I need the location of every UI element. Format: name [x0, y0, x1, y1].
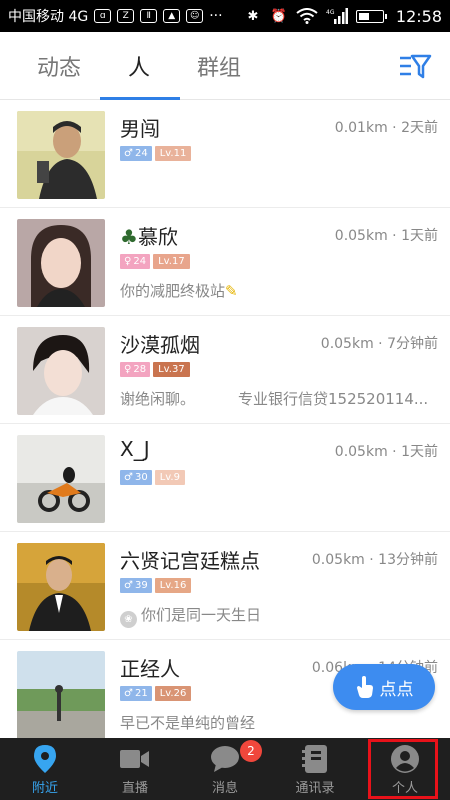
status-bar: 中国移动 4G ɑ Z Ⅱ ▲ ☺ ··· ✱ ⏰ 4G 12:58 — [0, 0, 450, 32]
list-item[interactable]: X_J 0.05km · 1天前 ♂ 30 Lv.9 — [0, 424, 450, 532]
top-tab-bar: 动态 人 群组 — [0, 32, 450, 100]
image-icon: ▲ — [163, 9, 181, 23]
gender-age-badge: ♂ 39 — [120, 578, 152, 593]
avatar[interactable] — [17, 651, 105, 738]
signature: 早已不是单纯的曾经 — [120, 714, 256, 732]
video-camera-icon — [120, 750, 149, 768]
chat-bubble-icon — [211, 746, 239, 772]
male-icon: ♂ — [124, 688, 133, 699]
gender-age-badge: ♂ 24 — [120, 146, 152, 161]
alarm-icon: ⏰ — [270, 8, 287, 24]
nav-label: 附近 — [31, 781, 58, 796]
avatar[interactable] — [17, 435, 105, 523]
filter-button[interactable] — [398, 52, 432, 82]
nearby-people-list: 男闯 0.01km · 2天前 ♂ 24 Lv.11 ♣慕欣 0.05km · 1… — [0, 100, 450, 738]
gender-age-badge: ♂ 21 — [120, 686, 152, 701]
tab-groups[interactable]: 群组 — [197, 50, 241, 82]
battery-icon — [355, 9, 387, 23]
last-active: 1天前 — [401, 444, 438, 460]
user-name: ♣慕欣 — [120, 225, 178, 249]
distance-time: 0.05km · 13分钟前 — [311, 552, 438, 568]
level-badge: Lv.9 — [154, 470, 185, 485]
clover-icon: ♣ — [120, 225, 138, 249]
alert-icon: Z — [117, 9, 135, 23]
nav-label: 消息 — [211, 781, 238, 796]
female-icon: ♀ — [124, 256, 132, 267]
profile-highlight-box — [368, 739, 438, 799]
distance: 0.01km — [334, 120, 388, 136]
distance: 0.05km — [320, 336, 374, 352]
last-active: 2天前 — [401, 120, 438, 136]
nav-item-live[interactable]: 直播 — [90, 738, 180, 800]
nav-item-nearby[interactable]: 附近 — [0, 738, 90, 800]
diandian-button[interactable]: 点点 — [333, 664, 435, 710]
unread-messages-badge: 2 — [240, 740, 262, 762]
filter-icon — [400, 54, 432, 79]
distance: 0.05km — [334, 444, 388, 460]
last-active: 1天前 — [401, 228, 438, 244]
level-badge: Lv.16 — [154, 578, 192, 593]
nav-item-contacts[interactable]: 通讯录 — [270, 738, 360, 800]
bluetooth-icon: ✱ — [247, 8, 259, 24]
nav-label: 直播 — [121, 781, 148, 796]
level-badge: Lv.37 — [153, 362, 190, 377]
distance: 0.05km — [311, 552, 365, 568]
nav-label: 通讯录 — [295, 781, 335, 796]
level-badge: Lv.11 — [154, 146, 192, 161]
user-name: 六贤记宫廷糕点 — [120, 549, 260, 573]
lollipop-icon: ✎ — [225, 282, 238, 300]
signature: 你的减肥终极站✎ — [120, 282, 238, 300]
wifi-icon — [296, 8, 318, 24]
male-icon: ♂ — [124, 580, 133, 591]
male-icon: ♂ — [124, 148, 133, 159]
user-name: X_J — [120, 437, 150, 461]
signature: ❀ 你们是同一天生日 — [120, 604, 261, 628]
carrier-label: 中国移动 4G — [8, 9, 89, 25]
distance-time: 0.05km · 7分钟前 — [320, 336, 438, 352]
avatar[interactable] — [17, 111, 105, 199]
list-item[interactable]: 男闯 0.01km · 2天前 ♂ 24 Lv.11 — [0, 100, 450, 208]
distance: 0.05km — [334, 228, 388, 244]
signature-extra: 专业银行信贷152520114... — [238, 390, 429, 408]
hand-icon — [356, 676, 373, 698]
level-badge: Lv.26 — [154, 686, 192, 701]
more-notifications-icon: ··· — [209, 8, 223, 24]
diandian-label: 点点 — [379, 679, 414, 700]
message-icon: Ⅱ — [140, 9, 158, 23]
clock: 12:58 — [395, 6, 442, 26]
distance-time: 0.05km · 1天前 — [334, 228, 438, 244]
tab-dongtai[interactable]: 动态 — [37, 50, 81, 82]
list-item[interactable]: 六贤记宫廷糕点 0.05km · 13分钟前 ♂ 39 Lv.16 ❀ 你们是同一天… — [0, 532, 450, 640]
user-name: 正经人 — [120, 657, 180, 681]
user-name: 男闯 — [120, 117, 160, 141]
avatar[interactable] — [17, 219, 105, 307]
distance-time: 0.01km · 2天前 — [334, 120, 438, 136]
app-notification-icon: ☺ — [186, 9, 204, 23]
gender-age-badge: ♀ 24 — [120, 254, 151, 269]
level-badge: Lv.17 — [153, 254, 190, 269]
signal-icon: 4G — [326, 8, 348, 24]
tab-people[interactable]: 人 — [128, 50, 150, 82]
birthday-icon: ❀ — [120, 611, 137, 628]
notification-icon: ɑ — [94, 9, 112, 23]
gender-age-badge: ♀ 28 — [120, 362, 151, 377]
user-name: 沙漠孤烟 — [120, 333, 200, 357]
female-icon: ♀ — [124, 364, 132, 375]
signature: 谢绝闲聊。 — [120, 390, 196, 408]
avatar[interactable] — [17, 543, 105, 631]
contacts-book-icon — [302, 745, 327, 773]
male-icon: ♂ — [124, 472, 133, 483]
list-item[interactable]: 沙漠孤烟 0.05km · 7分钟前 ♀ 28 Lv.37 谢绝闲聊。 专业银行信… — [0, 316, 450, 424]
svg-text:4G: 4G — [326, 9, 335, 16]
gender-age-badge: ♂ 30 — [120, 470, 152, 485]
list-item[interactable]: ♣慕欣 0.05km · 1天前 ♀ 24 Lv.17 你的减肥终极站✎ — [0, 208, 450, 316]
last-active: 7分钟前 — [387, 336, 438, 352]
avatar[interactable] — [17, 327, 105, 415]
distance-time: 0.05km · 1天前 — [334, 444, 438, 460]
location-pin-icon — [34, 745, 56, 773]
last-active: 13分钟前 — [378, 552, 438, 568]
